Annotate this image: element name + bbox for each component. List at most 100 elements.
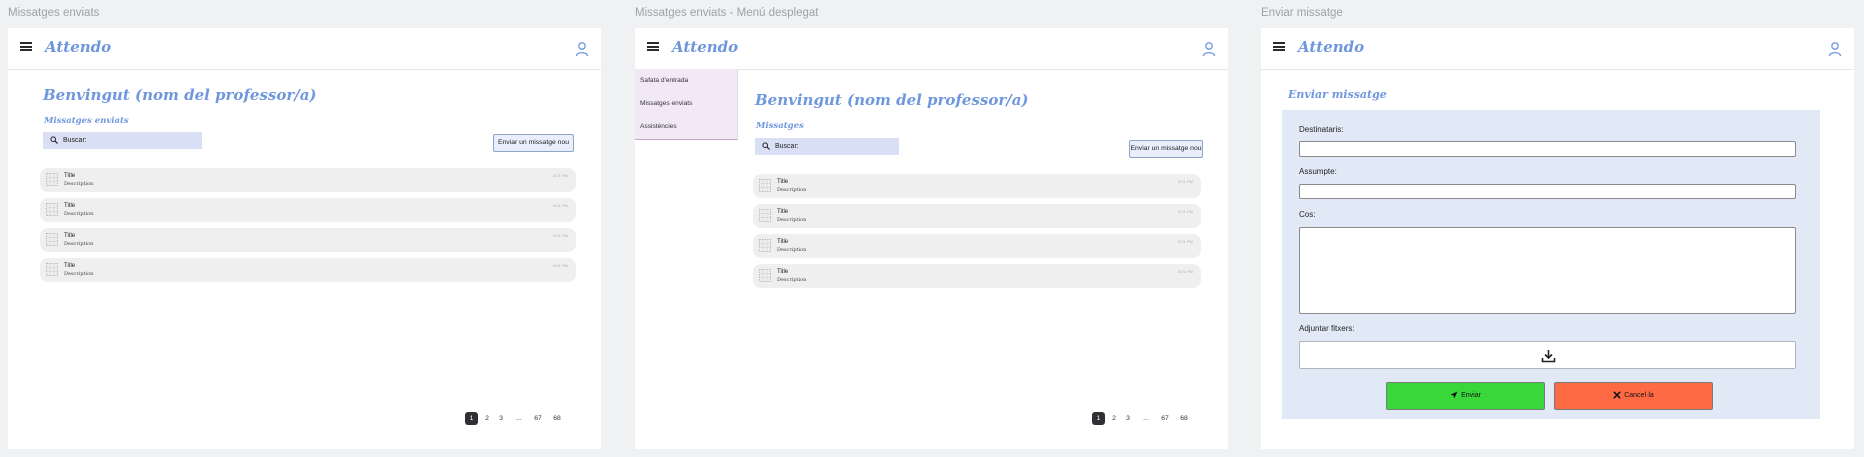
send-label: Enviar bbox=[1461, 392, 1481, 399]
frame-label-sent: Missatges enviats bbox=[8, 7, 100, 19]
page-67[interactable]: 67 bbox=[532, 412, 544, 425]
search-input[interactable]: Buscar: bbox=[43, 132, 202, 149]
frame-compose: Attendo Enviar missatge Destinataris: As… bbox=[1261, 28, 1854, 449]
item-time: 8:01 PM bbox=[1178, 179, 1193, 184]
pagination: 1 2 3 ... 67 68 bbox=[465, 412, 585, 425]
item-title: Title bbox=[777, 209, 789, 215]
image-placeholder-icon bbox=[46, 263, 58, 276]
image-placeholder-icon bbox=[759, 269, 771, 282]
user-icon[interactable] bbox=[1828, 41, 1842, 57]
list-item[interactable]: Title Description 8:01 PM bbox=[753, 264, 1201, 288]
list-item[interactable]: Title Description 8:01 PM bbox=[40, 228, 576, 252]
app-bar: Attendo bbox=[1261, 28, 1854, 70]
new-message-button[interactable]: Enviar un missatge nou bbox=[493, 134, 574, 152]
page-title: Benvingut (nom del professor/a) bbox=[43, 86, 317, 104]
section-title: Missatges enviats bbox=[44, 116, 129, 126]
drawer-item-attendance[interactable]: Assistències bbox=[640, 123, 677, 130]
subject-label: Assumpte: bbox=[1299, 167, 1337, 176]
frame-menu-open: Attendo Safata d'entrada Missatges envia… bbox=[635, 28, 1228, 449]
item-time: 8:01 PM bbox=[1178, 269, 1193, 274]
cancel-button[interactable]: Cancel·la bbox=[1554, 382, 1713, 410]
item-time: 8:01 PM bbox=[553, 173, 568, 178]
hamburger-icon[interactable] bbox=[20, 42, 32, 51]
drawer-item-inbox[interactable]: Safata d'entrada bbox=[640, 77, 688, 84]
image-placeholder-icon bbox=[46, 233, 58, 246]
list-item[interactable]: Title Description 8:01 PM bbox=[753, 234, 1201, 258]
page-68[interactable]: 68 bbox=[551, 412, 563, 425]
page-3[interactable]: 3 bbox=[1123, 412, 1133, 425]
subject-field[interactable] bbox=[1299, 184, 1796, 199]
search-label: Buscar: bbox=[775, 143, 799, 150]
send-button[interactable]: Enviar bbox=[1386, 382, 1545, 410]
app-logo[interactable]: Attendo bbox=[672, 38, 738, 56]
user-icon[interactable] bbox=[1202, 41, 1216, 57]
page-68[interactable]: 68 bbox=[1178, 412, 1190, 425]
page-1[interactable]: 1 bbox=[1092, 412, 1105, 425]
item-time: 8:01 PM bbox=[1178, 209, 1193, 214]
frame-label-compose: Enviar missatge bbox=[1261, 7, 1343, 19]
image-placeholder-icon bbox=[46, 173, 58, 186]
pagination: 1 2 3 ... 67 68 bbox=[1092, 412, 1212, 425]
item-title: Title bbox=[777, 239, 789, 245]
image-placeholder-icon bbox=[759, 239, 771, 252]
send-icon bbox=[1450, 391, 1458, 399]
drawer-item-sent[interactable]: Missatges enviats bbox=[640, 100, 692, 107]
item-description: Description bbox=[64, 211, 94, 217]
list-item[interactable]: Title Description 8:01 PM bbox=[753, 174, 1201, 198]
image-placeholder-icon bbox=[759, 179, 771, 192]
app-logo[interactable]: Attendo bbox=[45, 38, 111, 56]
frame-label-menu: Missatges enviats - Menú desplegat bbox=[635, 7, 819, 19]
search-label: Buscar: bbox=[63, 137, 87, 144]
item-title: Title bbox=[777, 269, 789, 275]
item-description: Description bbox=[64, 241, 94, 247]
app-logo[interactable]: Attendo bbox=[1298, 38, 1364, 56]
item-time: 8:01 PM bbox=[553, 263, 568, 268]
cancel-label: Cancel·la bbox=[1624, 392, 1654, 399]
search-input[interactable]: Buscar: bbox=[755, 138, 899, 155]
app-bar: Attendo bbox=[635, 28, 1228, 70]
item-description: Description bbox=[64, 271, 94, 277]
page-1[interactable]: 1 bbox=[465, 412, 478, 425]
item-title: Title bbox=[777, 179, 789, 185]
recipients-field[interactable] bbox=[1299, 141, 1796, 157]
page-67[interactable]: 67 bbox=[1159, 412, 1171, 425]
list-item[interactable]: Title Description 8:01 PM bbox=[40, 168, 576, 192]
list-item[interactable]: Title Description 8:01 PM bbox=[40, 258, 576, 282]
search-icon bbox=[762, 142, 770, 150]
item-description: Description bbox=[777, 277, 807, 283]
item-description: Description bbox=[777, 187, 807, 193]
user-icon[interactable] bbox=[575, 41, 589, 57]
item-title: Title bbox=[64, 233, 76, 239]
hamburger-icon[interactable] bbox=[647, 42, 659, 51]
page-ellipsis: ... bbox=[516, 415, 522, 422]
item-time: 8:01 PM bbox=[1178, 239, 1193, 244]
hamburger-icon[interactable] bbox=[1273, 42, 1285, 51]
attach-files-dropzone[interactable] bbox=[1299, 341, 1796, 369]
item-time: 8:01 PM bbox=[553, 233, 568, 238]
page-2[interactable]: 2 bbox=[482, 412, 492, 425]
image-placeholder-icon bbox=[46, 203, 58, 216]
item-description: Description bbox=[64, 181, 94, 187]
attach-label: Adjuntar fitxers: bbox=[1299, 324, 1355, 333]
item-title: Title bbox=[64, 263, 76, 269]
page-2[interactable]: 2 bbox=[1109, 412, 1119, 425]
page-title: Enviar missatge bbox=[1288, 88, 1387, 101]
app-bar: Attendo bbox=[8, 28, 601, 70]
new-message-button[interactable]: Enviar un missatge nou bbox=[1129, 140, 1203, 158]
item-description: Description bbox=[777, 247, 807, 253]
page-title: Benvingut (nom del professor/a) bbox=[755, 91, 1029, 109]
section-title: Missatges bbox=[756, 121, 804, 131]
page-ellipsis: ... bbox=[1143, 415, 1149, 422]
search-icon bbox=[50, 136, 58, 144]
list-item[interactable]: Title Description 8:01 PM bbox=[753, 204, 1201, 228]
nav-drawer: Safata d'entrada Missatges enviats Assis… bbox=[635, 69, 738, 140]
item-title: Title bbox=[64, 173, 76, 179]
page-3[interactable]: 3 bbox=[496, 412, 506, 425]
body-label: Cos: bbox=[1299, 210, 1316, 219]
item-description: Description bbox=[777, 217, 807, 223]
body-textarea[interactable] bbox=[1299, 227, 1796, 314]
close-icon bbox=[1613, 391, 1621, 399]
download-icon bbox=[1541, 350, 1556, 363]
list-item[interactable]: Title Description 8:01 PM bbox=[40, 198, 576, 222]
item-title: Title bbox=[64, 203, 76, 209]
